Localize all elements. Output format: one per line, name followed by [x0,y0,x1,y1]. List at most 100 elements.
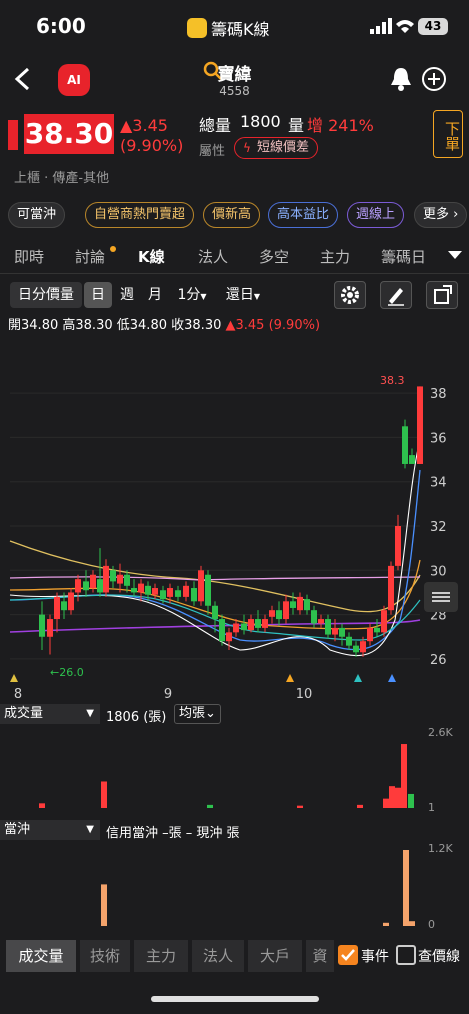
close-label: 收 [171,318,185,333]
tab-realtime[interactable]: 即時 [14,246,44,267]
tab-longshort[interactable]: 多空 [259,246,289,267]
caret-icon: ▼ [86,824,94,835]
tag-daytrade[interactable]: 可當沖 [8,202,66,228]
tag-dealer-sell[interactable]: 自營商熱門賣超 [85,202,195,228]
settings-button[interactable] [334,281,366,309]
candle-body [198,570,204,602]
candle-body [110,570,116,582]
volume-value: 1800 [240,112,281,131]
add-icon[interactable] [421,66,447,92]
home-indicator [151,996,319,1002]
tab-chips[interactable]: 籌碼日 [381,246,426,267]
volume-bar [101,781,107,808]
market-sector: 上櫃 · 傳產-其他 [14,171,110,186]
volume-chart [39,744,414,808]
candle-body [152,588,158,595]
tag-above-weekly[interactable]: 週線上 [347,202,405,228]
btab-margin[interactable]: 資 [306,940,334,972]
fullscreen-button[interactable] [426,281,458,309]
candle-body [283,601,289,620]
order-button[interactable]: 下單 [433,110,463,158]
btab-institutional[interactable]: 法人 [192,940,244,972]
tabs-dropdown[interactable] [441,240,469,270]
event-marker-icon [388,674,396,682]
period-month[interactable]: 月 [142,282,168,308]
candle-body [395,526,401,566]
tab-kline[interactable]: K線 [138,246,165,267]
signal-wifi-icon [370,18,414,34]
status-bar: 6:00 籌碼K線 43 [0,0,469,52]
btab-volume[interactable]: 成交量 [6,940,76,972]
caret-icon: ▼ [86,708,94,719]
event-marker-icon [354,674,362,682]
candle-body [103,565,109,593]
attribute-tag-label: 短線價差 [257,140,310,155]
price-change: ▲3.45 [120,116,168,135]
candle-body [353,645,359,653]
candle-body [219,619,225,642]
tab-major[interactable]: 主力 [320,246,350,267]
daytrade-y-top: 1.2K [428,842,453,855]
candle-body [346,636,352,646]
y-tick-label: 38 [430,387,447,402]
btab-major[interactable]: 主力 [134,940,188,972]
period-daily-volume[interactable]: 日分價量 [10,282,82,308]
candle-body [212,605,218,620]
close-value: 38.30 [184,318,222,333]
tag-more[interactable]: 更多 › [414,202,468,228]
event-marker-icon [286,674,294,682]
volume-bar [408,793,414,808]
events-checkbox[interactable] [338,945,358,965]
tag-new-high[interactable]: 價新高 [203,202,261,228]
candle-body [68,592,74,611]
candle-body [297,596,303,611]
candle-body [124,574,130,586]
candle-body [138,583,144,593]
candle-body [145,585,151,595]
price-chart[interactable]: 38363432302826 8 9 10 [0,336,469,706]
price-line-checkbox[interactable] [396,945,416,965]
triangle-down-icon [448,251,462,259]
daytrade-selector-label: 當沖 [4,822,31,837]
volume-y-bottom: 1 [428,801,435,814]
btab-large-holders[interactable]: 大戶 [248,940,302,972]
candle-body [374,627,380,633]
daytrade-selector[interactable]: 當沖 ▼ [0,820,100,840]
draw-button[interactable] [380,281,412,309]
attribute-tag[interactable]: ϟ 短線價差 [234,137,319,159]
candle-body [367,627,373,642]
candle-body [304,599,310,611]
volume-bar [207,804,213,808]
period-week[interactable]: 週 [114,282,140,308]
avg-button[interactable]: 均張⌄ [174,704,221,724]
candle-body [290,601,296,608]
candle-body [117,574,123,584]
candle-body [276,610,282,620]
volume-bar [357,804,363,808]
candle-body [311,610,317,624]
period-adjusted[interactable]: 還日▼ [218,282,268,308]
status-app: 籌碼K線 [187,16,270,40]
volume-increase: 增 241% [307,116,374,135]
daytrade-info: 信用當沖 –張 – 現沖 張 [106,826,240,841]
btab-technical[interactable]: 技術 [80,940,130,972]
bell-icon[interactable] [389,66,413,92]
candle-body [160,590,166,600]
tab-discussion[interactable]: 討論 [75,246,105,267]
period-day[interactable]: 日 [84,282,112,308]
tag-high-pe[interactable]: 高本益比 [268,202,339,228]
candle-body [409,455,415,464]
attribute-label: 屬性 [199,144,226,159]
daytrade-y-bottom: 0 [428,918,435,931]
tab-institutional[interactable]: 法人 [198,246,228,267]
period-adjusted-label: 還日 [225,287,254,303]
min-label: ←26.0 [50,666,84,679]
period-minute[interactable]: 1分▼ [172,282,212,308]
crosshair-handle[interactable] [424,582,458,612]
candle-body [269,610,275,617]
daytrade-bar [403,850,409,926]
volume-selector[interactable]: 成交量 ▼ [0,704,100,724]
candle-body [205,574,211,606]
period-minute-label: 1分 [177,287,201,303]
price-line-label: 查價線 [418,949,460,965]
